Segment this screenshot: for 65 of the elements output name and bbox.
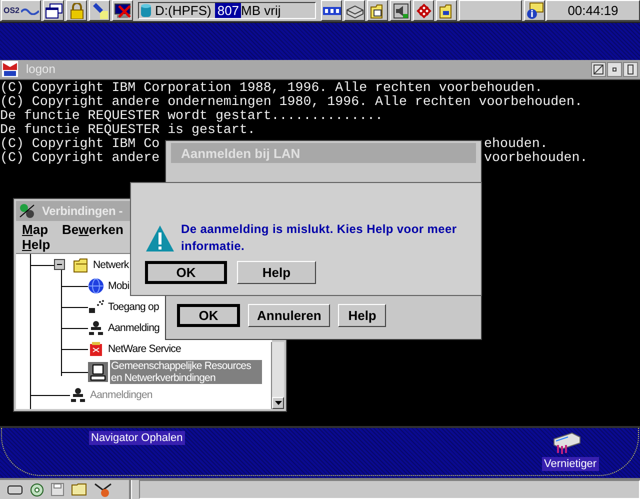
tree-item[interactable]: NetWare Service [107, 342, 182, 354]
shredder-icon[interactable] [552, 431, 582, 456]
menu-item[interactable]: Help [22, 237, 50, 252]
speaker-icon[interactable] [390, 0, 411, 21]
book-icon [88, 340, 104, 356]
console-text: (C) Copyright IBM Corporation 1988, 1996. Alle rechten voorbehouden. [0, 80, 543, 95]
desktop-icon-label[interactable]: Vernietiger [542, 457, 599, 472]
dots-icon[interactable] [321, 0, 342, 21]
folder-icon[interactable] [71, 483, 87, 496]
scroll-down-button[interactable] [272, 397, 284, 409]
tree-item[interactable]: Mobi [107, 280, 130, 292]
menu-item[interactable]: Map [22, 222, 48, 237]
tree-item[interactable]: Aanmelding [107, 322, 160, 334]
tool-icon[interactable] [94, 482, 112, 498]
tree-item[interactable]: Netwerk [92, 258, 130, 270]
lock-icon[interactable] [66, 0, 87, 21]
down-arrow-icon [274, 401, 282, 405]
connections-icon [18, 203, 36, 219]
info-icon[interactable] [524, 0, 545, 21]
drive-icon[interactable] [7, 484, 23, 494]
os2-logo-button[interactable]: OS2 [1, 0, 41, 21]
minimize-button[interactable] [607, 62, 622, 77]
menu-item[interactable]: Bewerken [62, 222, 124, 237]
free-space-amount: 807 [215, 3, 242, 18]
hide-icon [593, 64, 604, 75]
maximize-button[interactable] [623, 62, 638, 77]
dialog-button[interactable]: Annuleren [248, 304, 330, 327]
wave-icon [20, 6, 38, 14]
free-space-unit: MB vrij [241, 3, 281, 18]
console-text: De functie REQUESTER is gestart. [0, 122, 256, 137]
console-text: ehouden. [484, 136, 548, 151]
dialog-button[interactable]: OK [145, 261, 227, 284]
console-text: voorbehouden. [484, 150, 588, 165]
dialog-button[interactable]: OK [177, 304, 240, 327]
desktop-icon-label[interactable]: Navigator Ophalen [89, 431, 185, 446]
windows-icon[interactable] [43, 0, 64, 21]
hide-button[interactable] [591, 62, 606, 77]
tree-item[interactable]: Gemeenschappelijke Resources en Netwerkverbindingen [110, 360, 262, 384]
dialog-title: Aanmelden bij LAN [181, 146, 300, 160]
tree-item[interactable]: Toegang op [107, 300, 160, 312]
window-title: logon [26, 62, 56, 76]
console-text: De functie REQUESTER wordt gestart.............. [0, 108, 384, 123]
flashlight-icon[interactable] [89, 0, 110, 21]
disk-drive-icon[interactable] [344, 0, 365, 21]
warning-icon [145, 224, 175, 253]
dialog-button[interactable]: Help [338, 304, 386, 327]
console-text: (C) Copyright IBM Co [0, 136, 160, 151]
console-text: (C) Copyright andere ondernemingen 1980, 1996. Alle rechten voorbehouden. [0, 94, 582, 109]
cd-icon[interactable] [30, 482, 44, 496]
collapse-toggle[interactable] [54, 259, 65, 270]
maximize-icon [625, 64, 636, 75]
scroll-bar[interactable] [271, 342, 284, 409]
tree-item[interactable]: Aanmeldingen [89, 389, 154, 401]
globe-icon [88, 278, 104, 294]
drive-label: D:(HPFS) [155, 3, 212, 18]
terminal-icon [2, 61, 18, 78]
window-title: Verbindingen - [42, 204, 123, 218]
console-text: (C) Copyright andere [0, 150, 160, 165]
monitor-cross-icon[interactable] [112, 0, 133, 21]
error-message: De aanmelding is mislukt. Kies Help voor meer informatie. [181, 221, 458, 255]
drive-icon [141, 2, 151, 18]
clock: 00:44:19 [546, 0, 640, 21]
dialog-button[interactable]: Help [237, 261, 316, 284]
folder-icon [73, 256, 89, 272]
floppy-icon[interactable] [51, 483, 64, 496]
